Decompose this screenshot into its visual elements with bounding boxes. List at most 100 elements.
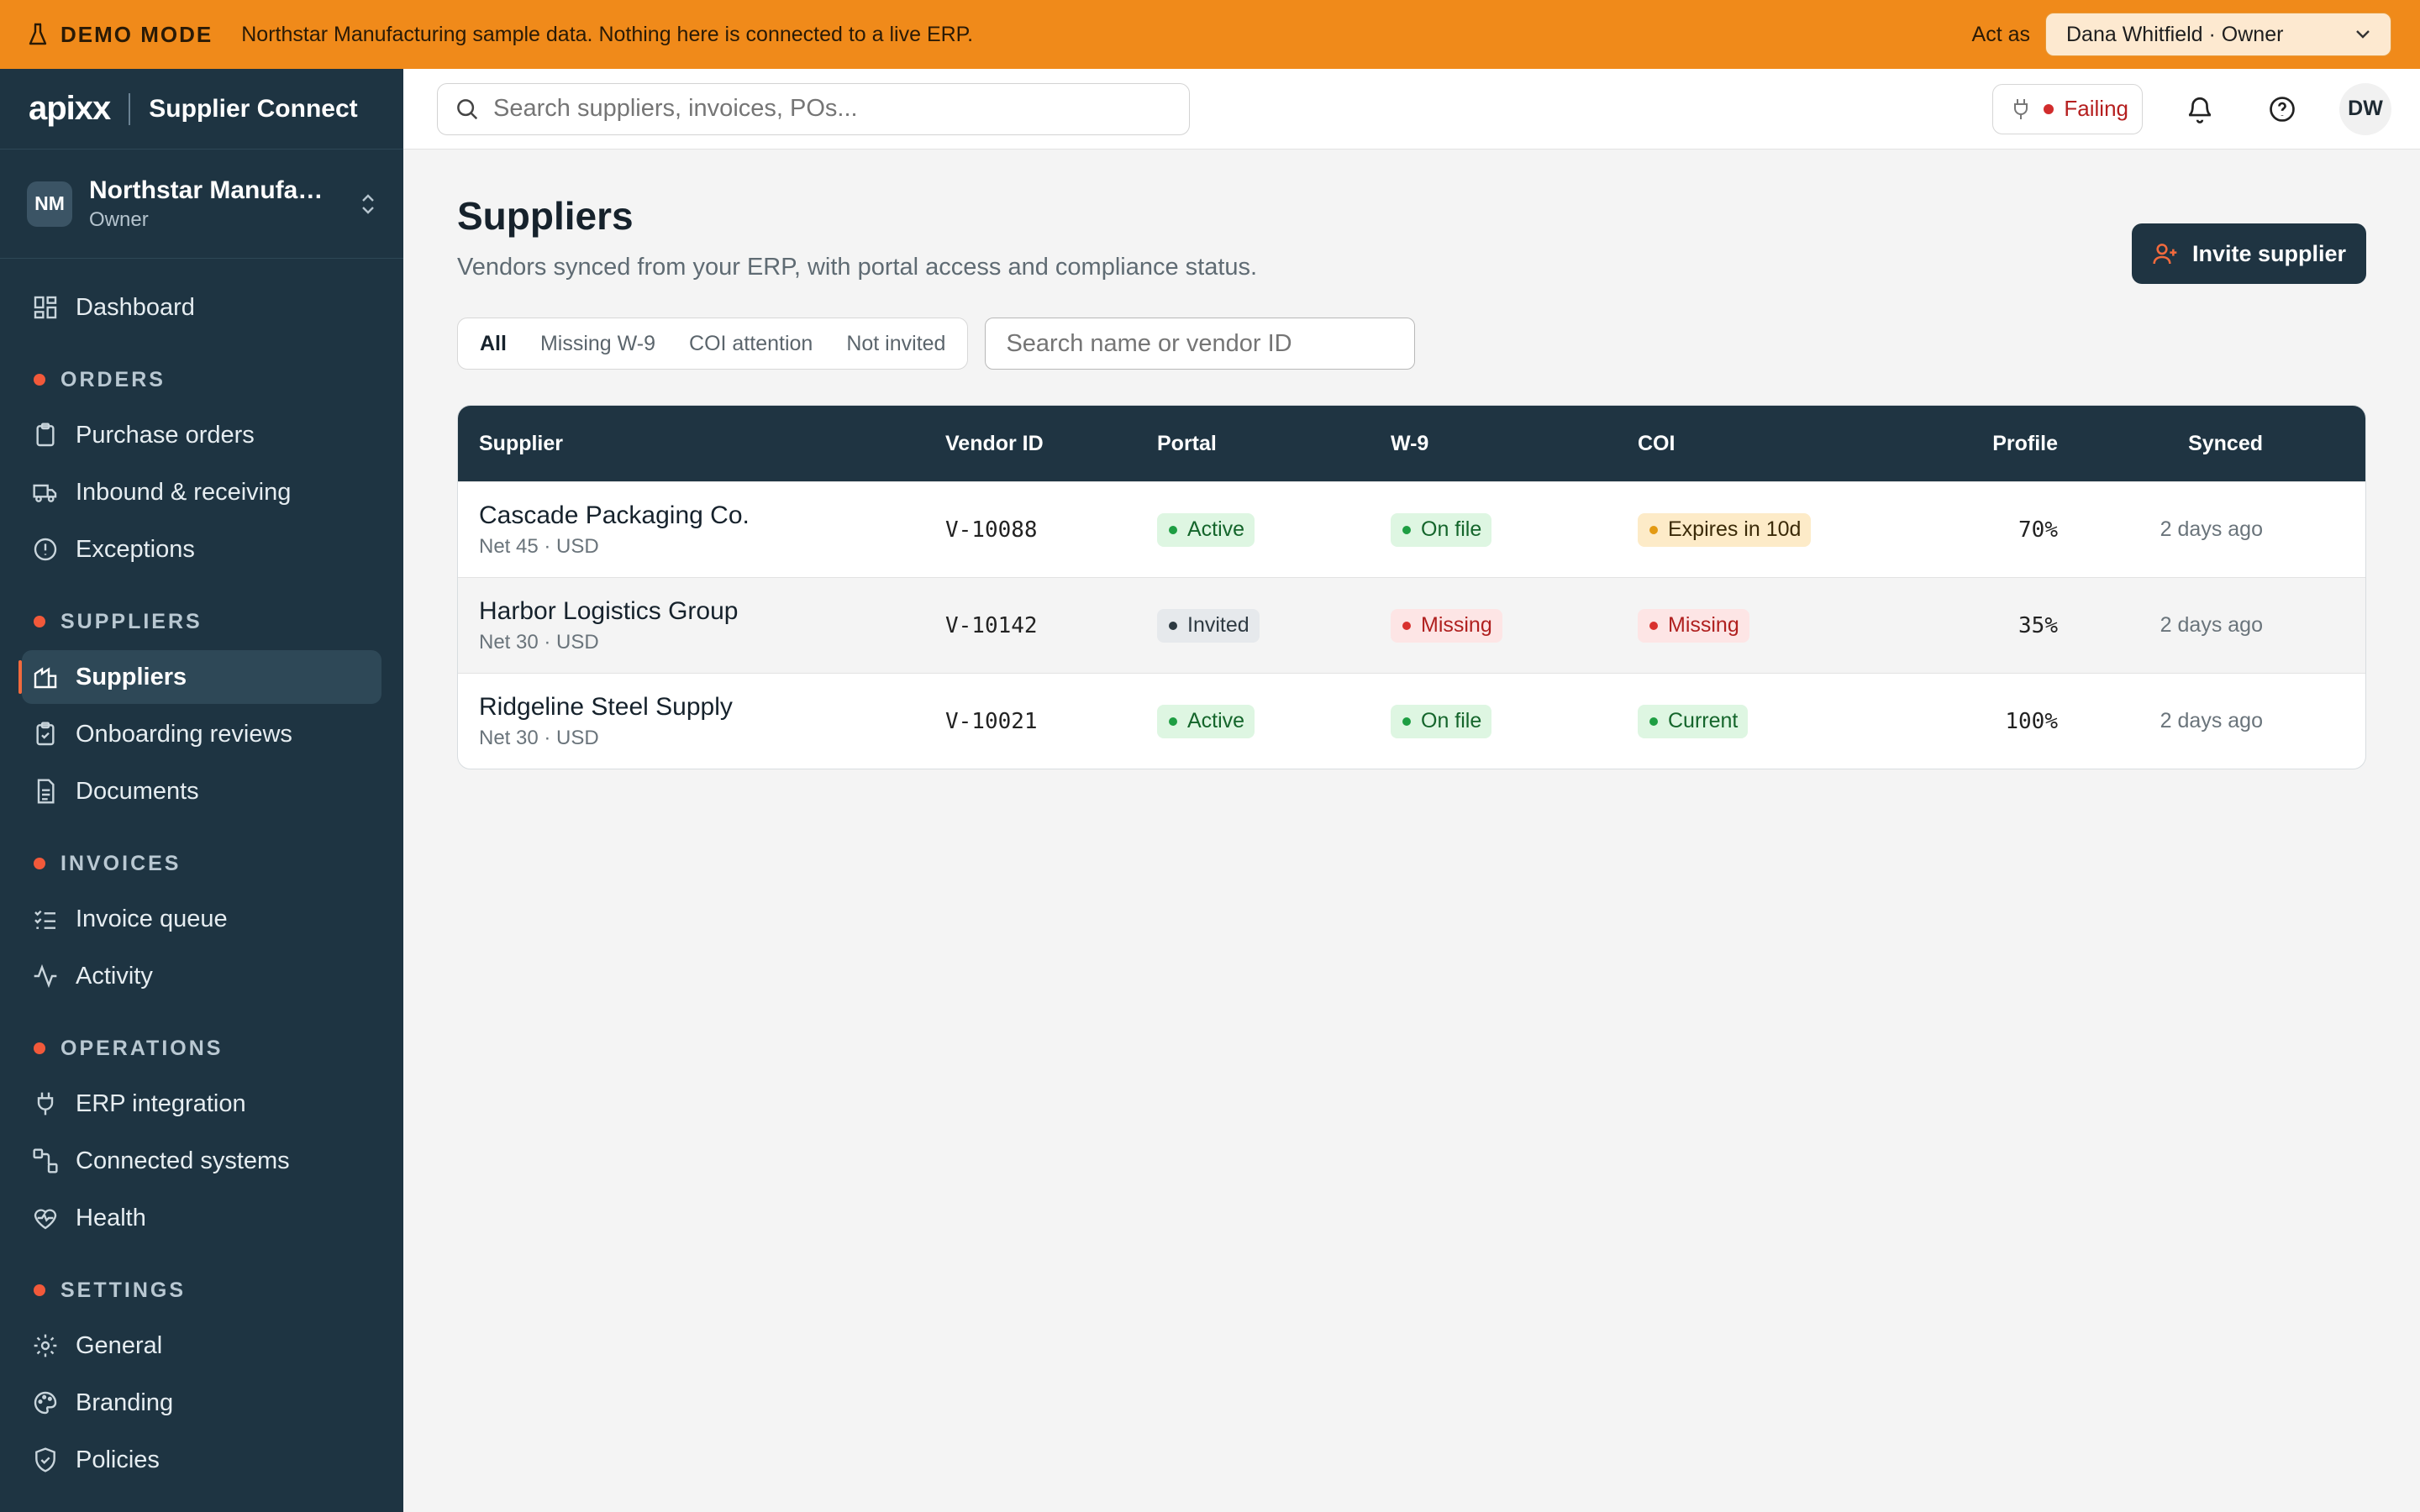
synced-time: 2 days ago — [2160, 613, 2263, 637]
notifications-button[interactable] — [2175, 84, 2225, 134]
section-label: SUPPLIERS — [60, 609, 203, 633]
section-label: SETTINGS — [60, 1278, 187, 1302]
filter-tabs: All Missing W-9 COI attention Not invite… — [457, 318, 969, 370]
section-label: ORDERS — [60, 367, 166, 391]
column-header-supplier[interactable]: Supplier — [458, 432, 945, 456]
portal-status-badge: Active — [1157, 704, 1255, 738]
column-header-profile[interactable]: Profile — [1923, 432, 2058, 456]
plug-icon — [37, 1092, 54, 1116]
column-header-coi[interactable]: COI — [1638, 432, 1923, 456]
document-icon — [37, 779, 55, 804]
section-dot — [34, 1042, 45, 1054]
vendor-id: V-10088 — [945, 517, 1038, 543]
filter-tab-coi-attention[interactable]: COI attention — [672, 323, 829, 365]
filter-tab-all[interactable]: All — [463, 323, 523, 365]
alert-circle-icon — [34, 538, 57, 561]
filter-tab-missing-w9[interactable]: Missing W-9 — [523, 323, 672, 365]
sidebar-item-suppliers[interactable]: Suppliers — [18, 650, 381, 704]
supplier-search[interactable] — [985, 318, 1416, 370]
sidebar-item-exceptions[interactable]: Exceptions — [22, 522, 381, 576]
table-row[interactable]: Cascade Packaging Co. Net 45 · USD V-100… — [458, 481, 2365, 577]
section-settings: SETTINGS — [34, 1273, 370, 1307]
sidebar-item-activity[interactable]: Activity — [22, 949, 381, 1003]
column-header-w9[interactable]: W-9 — [1391, 432, 1638, 456]
status-dot — [1169, 717, 1177, 726]
filter-tab-not-invited[interactable]: Not invited — [829, 323, 962, 365]
status-dot — [1649, 525, 1658, 534]
sidebar-item-health[interactable]: Health — [22, 1191, 381, 1245]
column-header-vendor-id[interactable]: Vendor ID — [945, 432, 1157, 456]
sidebar-item-connected-systems[interactable]: Connected systems — [22, 1134, 381, 1188]
sidebar-item-label: Onboarding reviews — [76, 720, 292, 748]
sidebar-item-purchase-orders[interactable]: Purchase orders — [22, 408, 381, 462]
sidebar-item-onboarding-reviews[interactable]: Onboarding reviews — [22, 707, 381, 761]
status-dot — [1402, 621, 1411, 630]
global-search[interactable] — [437, 82, 1190, 135]
demo-mode-banner: DEMO MODE Northstar Manufacturing sample… — [0, 0, 2420, 69]
erp-health-status[interactable]: Failing — [1992, 83, 2143, 134]
status-dot — [1402, 525, 1411, 534]
suppliers-table: Supplier Vendor ID Portal W-9 COI Profil… — [457, 405, 2366, 769]
section-label: INVOICES — [60, 851, 182, 875]
section-dot — [34, 616, 45, 627]
sidebar-item-label: Policies — [76, 1446, 160, 1473]
shield-check-icon — [35, 1447, 55, 1473]
invite-supplier-label: Invite supplier — [2191, 240, 2346, 266]
invite-supplier-button[interactable]: Invite supplier — [2131, 223, 2366, 284]
plug-icon — [2014, 98, 2028, 119]
profile-completion: 70% — [2018, 517, 2058, 543]
sidebar: apixx Supplier Connect NM Northstar Manu… — [0, 69, 403, 1512]
sidebar-item-label: Dashboard — [76, 293, 195, 321]
sidebar-item-label: Invoice queue — [76, 905, 228, 932]
brand: apixx Supplier Connect — [0, 69, 403, 150]
profile-completion: 35% — [2018, 612, 2058, 638]
product-name: Supplier Connect — [149, 94, 358, 123]
supplier-name[interactable]: Ridgeline Steel Supply — [479, 693, 945, 722]
sidebar-item-documents[interactable]: Documents — [22, 764, 381, 818]
supplier-name[interactable]: Harbor Logistics Group — [479, 597, 945, 626]
help-button[interactable] — [2257, 84, 2307, 134]
act-as-select[interactable]: Dana Whitfield · Owner — [2045, 13, 2391, 56]
section-dot — [34, 1284, 45, 1296]
sidebar-item-label: Branding — [76, 1389, 174, 1416]
dashboard-icon — [34, 296, 57, 319]
nodes-icon — [33, 1148, 58, 1173]
sidebar-item-dashboard[interactable]: Dashboard — [22, 281, 381, 334]
apixx-logo[interactable]: apixx — [29, 90, 111, 128]
sidebar-item-label: General — [76, 1331, 163, 1359]
supplier-search-input[interactable] — [1006, 329, 1395, 358]
badge-label: Missing — [1421, 613, 1492, 637]
search-icon — [457, 98, 478, 119]
table-row[interactable]: Ridgeline Steel Supply Net 30 · USD V-10… — [458, 673, 2365, 769]
vendor-id: V-10142 — [945, 612, 1038, 638]
sidebar-item-label: Inbound & receiving — [76, 478, 292, 506]
clipboard-icon — [36, 423, 55, 447]
brand-divider — [129, 92, 131, 125]
sidebar-item-branding[interactable]: Branding — [22, 1376, 381, 1430]
sidebar-item-inbound[interactable]: Inbound & receiving — [22, 465, 381, 519]
coi-status-badge: Current — [1638, 704, 1749, 738]
sidebar-item-policies[interactable]: Policies — [22, 1433, 381, 1487]
table-header: Supplier Vendor ID Portal W-9 COI Profil… — [458, 406, 2365, 481]
column-header-portal[interactable]: Portal — [1157, 432, 1391, 456]
global-search-input[interactable] — [493, 95, 1165, 123]
supplier-name[interactable]: Cascade Packaging Co. — [479, 501, 945, 530]
act-as-label: Act as — [1971, 22, 2030, 46]
sidebar-item-invoice-queue[interactable]: Invoice queue — [22, 892, 381, 946]
w9-status-badge: On file — [1391, 704, 1492, 738]
sidebar-item-erp-integration[interactable]: ERP integration — [22, 1077, 381, 1131]
vendor-id: V-10021 — [945, 708, 1038, 734]
column-header-synced[interactable]: Synced — [2058, 432, 2283, 456]
badge-label: On file — [1421, 709, 1482, 732]
page-title: Suppliers — [457, 194, 634, 238]
org-switcher[interactable]: NM Northstar Manufacturing Owner — [0, 150, 403, 259]
sidebar-item-general[interactable]: General — [22, 1319, 381, 1373]
sidebar-item-label: Documents — [76, 777, 199, 805]
section-suppliers: SUPPLIERS — [34, 605, 370, 638]
chevron-updown-icon — [362, 193, 374, 214]
status-dot — [1649, 621, 1658, 630]
table-row[interactable]: Harbor Logistics Group Net 30 · USD V-10… — [458, 577, 2365, 673]
section-label: OPERATIONS — [60, 1036, 224, 1060]
user-avatar[interactable]: DW — [2339, 82, 2391, 135]
badge-label: Active — [1187, 517, 1245, 541]
